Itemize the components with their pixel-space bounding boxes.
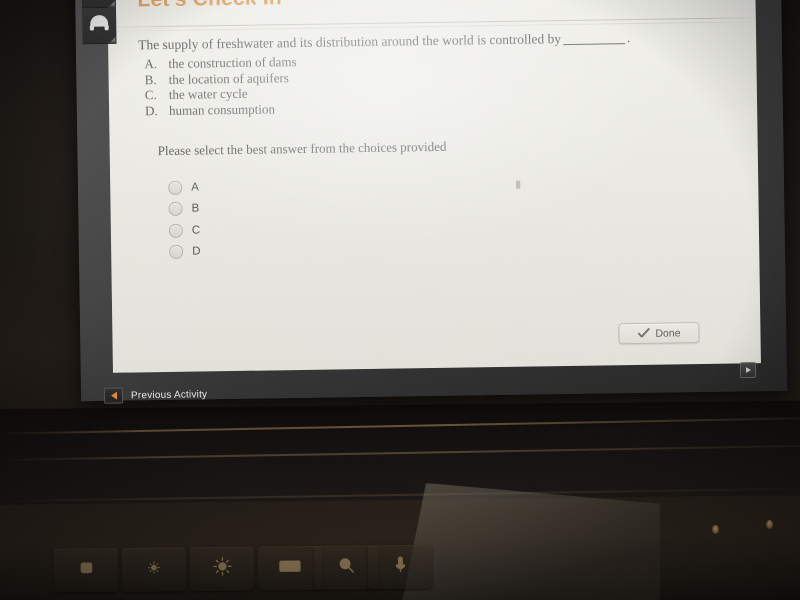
window-icon xyxy=(78,560,93,580)
radio-option-a[interactable]: A xyxy=(168,176,200,198)
radio-label: B xyxy=(191,202,200,215)
choice-text: human consumption xyxy=(168,101,275,118)
keyboard-icon xyxy=(279,559,301,578)
check-icon xyxy=(637,328,650,339)
radio-option-d[interactable]: D xyxy=(169,241,201,263)
previous-activity-control[interactable]: Previous Activity xyxy=(103,386,208,404)
pencil-icon xyxy=(89,0,108,2)
tool-rail xyxy=(81,0,117,45)
question-stem-text: The supply of freshwater and its distrib… xyxy=(138,31,562,53)
brightness-down-key[interactable] xyxy=(121,547,187,592)
radio-option-c[interactable]: C xyxy=(168,219,201,241)
brightness-up-key[interactable] xyxy=(189,546,255,592)
radio-icon[interactable] xyxy=(168,201,183,217)
choice-item: D. human consumption xyxy=(145,101,297,119)
question-stem-period: . xyxy=(626,30,631,46)
overview-key[interactable] xyxy=(53,548,119,593)
radio-label: C xyxy=(191,224,201,237)
choice-letter: C. xyxy=(144,87,157,103)
choice-letter: A. xyxy=(144,56,158,72)
app-screen: Let's Check In The supply of freshwater … xyxy=(107,0,761,373)
function-key-row xyxy=(30,541,780,599)
left-arrow-glyph xyxy=(110,391,117,400)
volume-key-glint xyxy=(712,525,719,534)
photo-of-laptop-screen: Let's Check In The supply of freshwater … xyxy=(0,0,800,600)
radio-label: D xyxy=(192,245,201,258)
text-caret xyxy=(516,180,521,189)
choice-letter: D. xyxy=(144,102,158,119)
question-stem: The supply of freshwater and its distrib… xyxy=(138,30,630,53)
audio-tool[interactable] xyxy=(82,7,117,45)
previous-activity-label: Previous Activity xyxy=(130,388,208,401)
microphone-icon xyxy=(393,555,406,578)
brightness-up-icon xyxy=(212,557,232,581)
right-arrow-glyph xyxy=(745,366,751,374)
microphone-key[interactable] xyxy=(367,544,433,590)
left-arrow-icon[interactable] xyxy=(103,387,124,404)
search-icon xyxy=(337,557,354,579)
radio-icon[interactable] xyxy=(169,244,184,260)
radio-option-b[interactable]: B xyxy=(168,198,200,220)
headphones-icon xyxy=(89,15,109,36)
choice-letter: B. xyxy=(144,71,157,87)
choice-text: the location of aquifers xyxy=(168,69,289,87)
keyboard-backlight-key[interactable] xyxy=(257,545,323,591)
choice-list: A. the construction of dams B. the locat… xyxy=(144,54,297,119)
volume-key-glint-2 xyxy=(766,520,773,529)
radio-label: A xyxy=(191,181,200,194)
page-title: Let's Check In xyxy=(137,0,282,12)
brightness-down-icon xyxy=(147,560,161,579)
radio-icon[interactable] xyxy=(168,180,183,195)
choice-text: the water cycle xyxy=(168,85,248,103)
right-arrow-icon[interactable] xyxy=(739,361,757,379)
done-button-label: Done xyxy=(655,326,681,340)
answer-blank xyxy=(563,43,626,46)
radio-icon[interactable] xyxy=(168,223,183,238)
done-button[interactable]: Done xyxy=(618,322,700,345)
answer-radio-group[interactable]: A B C D xyxy=(168,176,201,262)
choice-text: the construction of dams xyxy=(168,54,297,71)
choice-item: B. the location of aquifers xyxy=(145,70,297,88)
instruction-text: Please select the best answer from the c… xyxy=(157,138,447,159)
